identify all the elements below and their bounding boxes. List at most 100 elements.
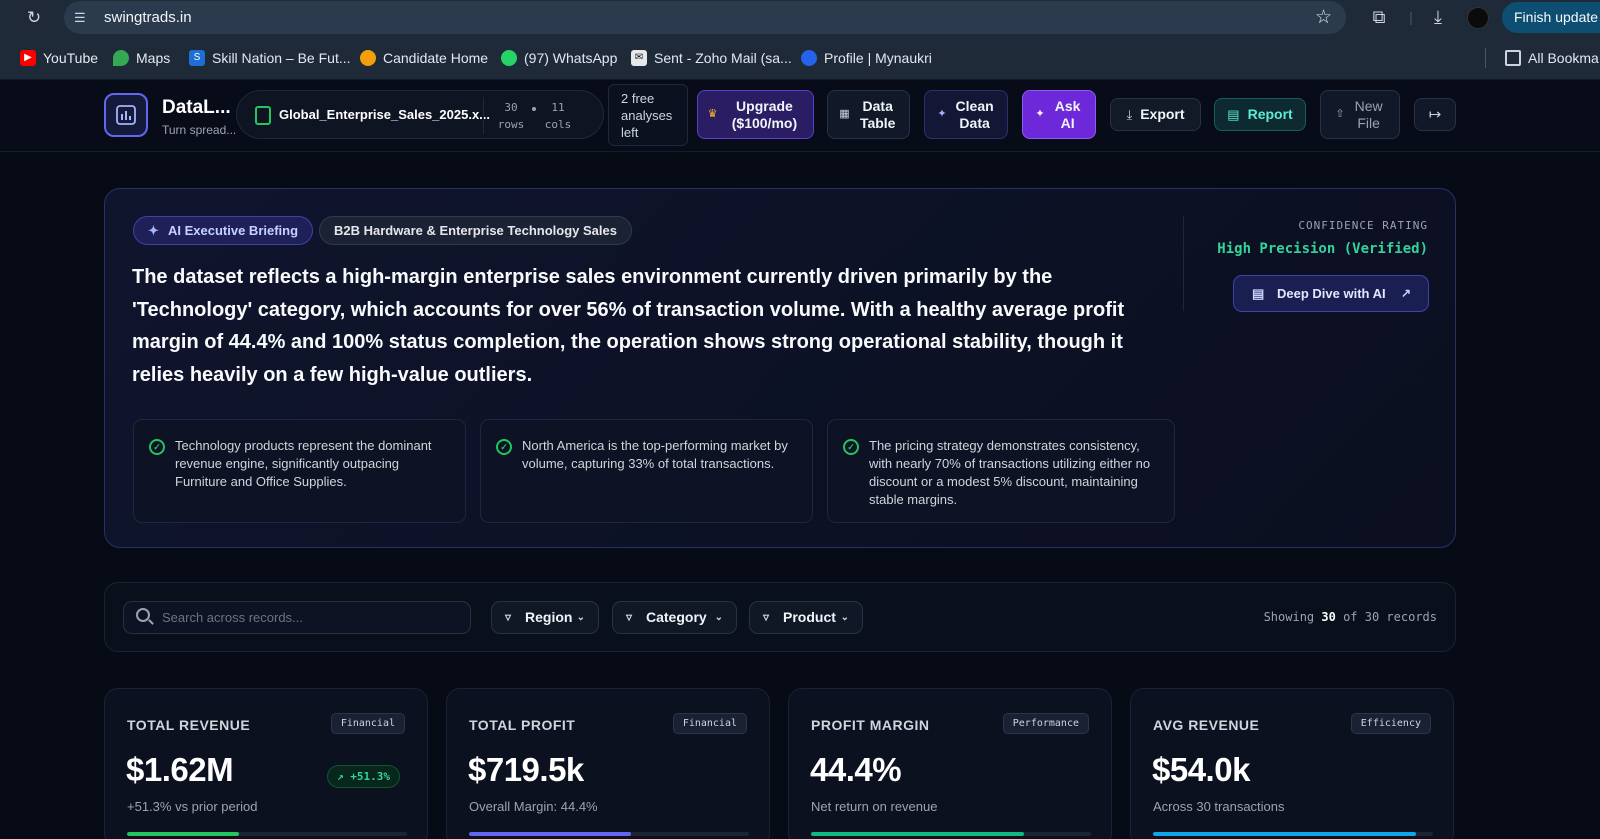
deep-dive-button[interactable]: ▤ Deep Dive with AI ↗ bbox=[1233, 275, 1429, 312]
clean-data-label: Clean Data bbox=[955, 97, 994, 131]
kpi-card-profit-margin: PROFIT MARGIN Performance 44.4% Net retu… bbox=[788, 688, 1112, 839]
bookmark-label: Skill Nation – Be Fut... bbox=[212, 50, 351, 66]
bookmarks-divider bbox=[1485, 48, 1486, 68]
kpi-subtext: Across 30 transactions bbox=[1153, 799, 1285, 814]
free-analyses-counter: 2 free analyses left bbox=[608, 84, 688, 146]
bookmark-youtube[interactable]: ▶ YouTube bbox=[20, 48, 98, 68]
data-table-label: Data Table bbox=[859, 97, 896, 131]
check-circle-icon: ✓ bbox=[843, 439, 859, 455]
bookmark-candidate-home[interactable]: Candidate Home bbox=[360, 48, 488, 68]
bookmark-zoho-mail[interactable]: ✉ Sent - Zoho Mail (sa... bbox=[631, 48, 792, 68]
address-bar[interactable]: ☰ swingtrads.in ☆ bbox=[64, 1, 1346, 34]
kpi-badge: Financial bbox=[672, 713, 747, 734]
clean-data-button[interactable]: ✦ Clean Data bbox=[924, 90, 1008, 139]
ask-ai-button[interactable]: ✦ Ask AI bbox=[1022, 90, 1096, 139]
category-filter-label: Category bbox=[646, 609, 707, 625]
maps-icon bbox=[113, 50, 129, 66]
document-icon: ▤ bbox=[1227, 107, 1240, 122]
bookmark-label: Sent - Zoho Mail (sa... bbox=[654, 50, 792, 66]
kpi-card-total-revenue: TOTAL REVENUE Financial $1.62M ↗ +51.3% … bbox=[104, 688, 428, 839]
upgrade-button[interactable]: ♛ Upgrade ($100/mo) bbox=[697, 90, 814, 139]
site-info-icon[interactable]: ☰ bbox=[74, 9, 92, 27]
new-file-label: New File bbox=[1354, 97, 1383, 131]
product-filter-label: Product bbox=[783, 609, 836, 625]
confidence-label: CONFIDENCE RATING bbox=[1298, 219, 1428, 232]
kpi-badge: Financial bbox=[330, 713, 405, 734]
profile-avatar[interactable] bbox=[1467, 7, 1489, 29]
briefing-summary: The dataset reflects a high-margin enter… bbox=[132, 266, 1125, 386]
kpi-progress-track bbox=[811, 832, 1091, 836]
all-bookmarks[interactable]: All Bookma bbox=[1505, 48, 1599, 68]
cols-count: 11 bbox=[551, 101, 565, 114]
file-dimensions: 30 rows 11 cols bbox=[483, 97, 591, 134]
file-info[interactable]: Global_Enterprise_Sales_2025.x... 30 row… bbox=[236, 90, 604, 139]
app-header: DataL... Turn spread... Global_Enterpris… bbox=[0, 80, 1600, 152]
toolbar-divider: | bbox=[1409, 9, 1413, 25]
new-file-button[interactable]: ⇧ New File bbox=[1320, 90, 1400, 139]
showing-count: 30 bbox=[1321, 610, 1336, 624]
kpi-value: 44.4% bbox=[810, 751, 902, 788]
kpi-card-avg-revenue: AVG REVENUE Efficiency $54.0k Across 30 … bbox=[1130, 688, 1454, 839]
kpi-label: TOTAL REVENUE bbox=[127, 717, 251, 733]
logout-icon: ↦ bbox=[1428, 106, 1442, 123]
filter-icon: ▿ bbox=[505, 610, 512, 624]
download-icon[interactable]: ⤓ bbox=[1427, 6, 1449, 28]
mynaukri-icon bbox=[801, 50, 817, 66]
cols-label: cols bbox=[544, 118, 572, 131]
cols-stat: 11 cols bbox=[542, 99, 574, 133]
kpi-card-total-profit: TOTAL PROFIT Financial $719.5k Overall M… bbox=[446, 688, 770, 839]
kpi-badge: Performance bbox=[1002, 713, 1089, 734]
bookmark-label: Candidate Home bbox=[383, 50, 489, 66]
file-name: Global_Enterprise_Sales_2025.x... bbox=[279, 107, 491, 122]
app-logo[interactable] bbox=[104, 93, 148, 137]
bookmark-mynaukri[interactable]: Profile | Mynaukri bbox=[801, 48, 932, 68]
kpi-value: $719.5k bbox=[468, 751, 584, 788]
data-table-button[interactable]: ▦ Data Table bbox=[827, 90, 910, 139]
bar-chart-icon bbox=[116, 105, 136, 125]
finish-update-button[interactable]: Finish update bbox=[1502, 2, 1600, 33]
upgrade-label: Upgrade ($100/mo) bbox=[731, 97, 798, 131]
chat-icon: ▤ bbox=[1252, 286, 1265, 301]
export-button[interactable]: ⤓ Export bbox=[1110, 98, 1201, 131]
region-filter-label: Region bbox=[525, 609, 573, 625]
extensions-icon[interactable]: ⧉ bbox=[1368, 6, 1390, 28]
search-icon bbox=[136, 608, 150, 622]
bookmark-whatsapp[interactable]: (97) WhatsApp bbox=[501, 48, 617, 68]
reload-icon[interactable]: ↻ bbox=[24, 8, 44, 28]
search-box[interactable] bbox=[123, 601, 471, 634]
kpi-subtext: Overall Margin: 44.4% bbox=[469, 799, 598, 814]
kpi-subtext: Net return on revenue bbox=[811, 799, 938, 814]
category-filter[interactable]: ▿ Category ⌄ bbox=[612, 601, 737, 634]
insight-text: Technology products represent the domina… bbox=[175, 438, 432, 489]
spreadsheet-icon bbox=[255, 106, 271, 125]
upload-icon: ⇧ bbox=[1335, 108, 1345, 120]
filter-bar: ▿ Region ⌄ ▿ Category ⌄ ▿ Product ⌄ Show… bbox=[104, 582, 1456, 652]
search-input[interactable] bbox=[162, 602, 462, 633]
kpi-subtext: +51.3% vs prior period bbox=[127, 799, 258, 814]
separator-dot bbox=[532, 107, 536, 111]
app-name: DataL... bbox=[162, 97, 231, 118]
whatsapp-icon bbox=[501, 50, 517, 66]
bookmark-skill-nation[interactable]: S Skill Nation – Be Fut... bbox=[189, 48, 351, 68]
report-button[interactable]: ▤ Report bbox=[1214, 98, 1306, 131]
url-text[interactable]: swingtrads.in bbox=[104, 9, 192, 26]
bookmark-maps[interactable]: Maps bbox=[113, 48, 170, 68]
showing-prefix: Showing bbox=[1263, 610, 1315, 624]
logout-button[interactable]: ↦ bbox=[1414, 98, 1456, 131]
insight-card: ✓ North America is the top-performing ma… bbox=[480, 419, 813, 523]
sparkles-icon: ✦ bbox=[1035, 108, 1045, 120]
kpi-badge: Efficiency bbox=[1350, 713, 1431, 734]
kpi-label: AVG REVENUE bbox=[1153, 717, 1260, 733]
zoho-mail-icon: ✉ bbox=[631, 50, 647, 66]
showing-suffix: of 30 records bbox=[1343, 610, 1437, 624]
kpi-change-value: +51.3% bbox=[350, 770, 390, 783]
filter-icon: ▿ bbox=[763, 610, 770, 624]
all-bookmarks-label: All Bookma bbox=[1528, 50, 1599, 66]
region-filter[interactable]: ▿ Region ⌄ bbox=[491, 601, 599, 634]
bookmark-star-icon[interactable]: ☆ bbox=[1315, 6, 1332, 29]
records-count: Showing 30 of 30 records bbox=[1264, 610, 1437, 624]
insight-text: North America is the top-performing mark… bbox=[522, 438, 788, 471]
product-filter[interactable]: ▿ Product ⌄ bbox=[749, 601, 863, 634]
kpi-progress-fill bbox=[127, 832, 239, 836]
confidence-divider bbox=[1183, 216, 1184, 311]
